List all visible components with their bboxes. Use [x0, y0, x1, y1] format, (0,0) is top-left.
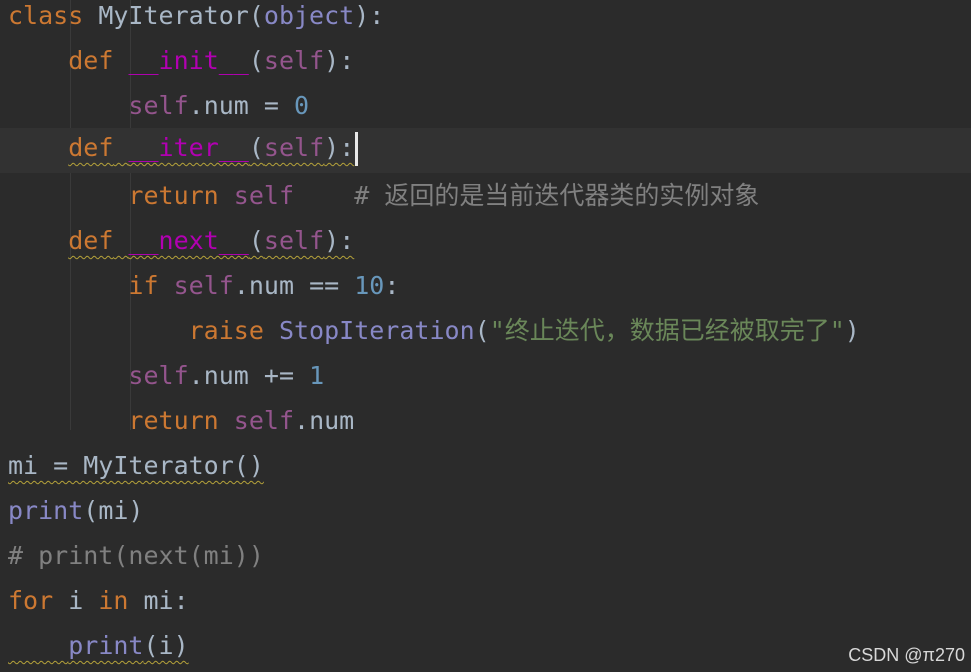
comment: # 返回的是当前迭代器类的实例对象 — [354, 181, 760, 210]
builtin-print: print — [8, 496, 84, 525]
paren-close: ): — [324, 46, 355, 75]
paren-close: ) — [844, 316, 860, 345]
keyword-return: return — [128, 181, 219, 210]
code-line-14[interactable]: for i in mi: — [8, 581, 189, 626]
builtin-print: print — [68, 631, 144, 660]
self-param: self — [263, 46, 325, 75]
keyword-for: for — [8, 586, 54, 615]
paren-open: ( — [248, 46, 264, 75]
self-ref: self — [128, 361, 189, 390]
paren-open: ( — [248, 226, 264, 255]
exception-class: StopIteration — [278, 316, 475, 345]
code-line-13[interactable]: # print(next(mi)) — [8, 536, 264, 581]
number-literal: 1 — [309, 361, 325, 390]
string-literal: "终止迭代，数据已经被取完了" — [489, 316, 845, 345]
keyword-def: def — [68, 226, 114, 255]
method-name: __iter__ — [128, 133, 249, 162]
code-line-2[interactable]: def __init__(self): — [8, 41, 354, 86]
keyword-def: def — [68, 46, 114, 75]
number-literal: 0 — [294, 91, 310, 120]
keyword-raise: raise — [188, 316, 264, 345]
method-name: __init__ — [128, 46, 249, 75]
code-text: (i) — [143, 631, 189, 660]
base-class: object — [263, 1, 355, 30]
code-editor[interactable]: class MyIterator(object): def __init__(s… — [0, 0, 971, 672]
keyword-if: if — [128, 271, 159, 300]
paren-open: ( — [474, 316, 490, 345]
code-text: .num == — [233, 271, 355, 300]
code-line-10[interactable]: return self.num — [8, 401, 354, 446]
warning-underline: print(i) — [8, 631, 189, 660]
keyword-in: in — [98, 586, 129, 615]
warning-underline: def __iter__(self): — [68, 133, 354, 162]
paren-close: ): — [324, 226, 355, 255]
self-ref: self — [233, 406, 295, 435]
code-text: mi: — [128, 586, 189, 615]
code-line-5[interactable]: return self # 返回的是当前迭代器类的实例对象 — [8, 176, 759, 221]
warning-underline: def __next__(self): — [68, 226, 354, 255]
keyword-class: class — [8, 1, 84, 30]
method-name: __next__ — [128, 226, 249, 255]
code-text: i — [53, 586, 99, 615]
warning-underline: mi = MyIterator() — [8, 451, 264, 480]
paren-close: ): — [354, 1, 385, 30]
code-line-1[interactable]: class MyIterator(object): — [8, 0, 384, 41]
keyword-def: def — [68, 133, 114, 162]
code-line-15[interactable]: print(i) — [8, 626, 189, 671]
code-text: .num += — [188, 361, 310, 390]
code-line-9[interactable]: self.num += 1 — [8, 356, 324, 401]
code-line-7[interactable]: if self.num == 10: — [8, 266, 399, 311]
class-name: MyIterator — [83, 1, 249, 30]
code-text: .num — [294, 406, 355, 435]
text-cursor — [355, 132, 359, 166]
self-ref: self — [128, 91, 189, 120]
self-param: self — [263, 133, 325, 162]
code-text: (mi) — [83, 496, 144, 525]
self-ref: self — [173, 271, 234, 300]
self-ref: self — [233, 181, 295, 210]
watermark: CSDN @π270 — [848, 645, 965, 665]
number-literal: 10 — [354, 271, 385, 300]
code-line-12[interactable]: print(mi) — [8, 491, 143, 536]
code-line-4[interactable]: def __iter__(self): — [0, 128, 971, 173]
code-line-8[interactable]: raise StopIteration("终止迭代，数据已经被取完了") — [8, 311, 860, 356]
code-line-11[interactable]: mi = MyIterator() — [8, 446, 264, 491]
paren-open: ( — [248, 1, 264, 30]
self-param: self — [263, 226, 325, 255]
code-text: .num = — [188, 91, 294, 120]
paren-open: ( — [248, 133, 264, 162]
code-line-3[interactable]: self.num = 0 — [8, 86, 309, 131]
comment: # print(next(mi)) — [8, 541, 264, 570]
code-line-6[interactable]: def __next__(self): — [8, 221, 354, 266]
paren-close: ): — [324, 133, 355, 162]
colon: : — [384, 271, 400, 300]
keyword-return: return — [128, 406, 219, 435]
